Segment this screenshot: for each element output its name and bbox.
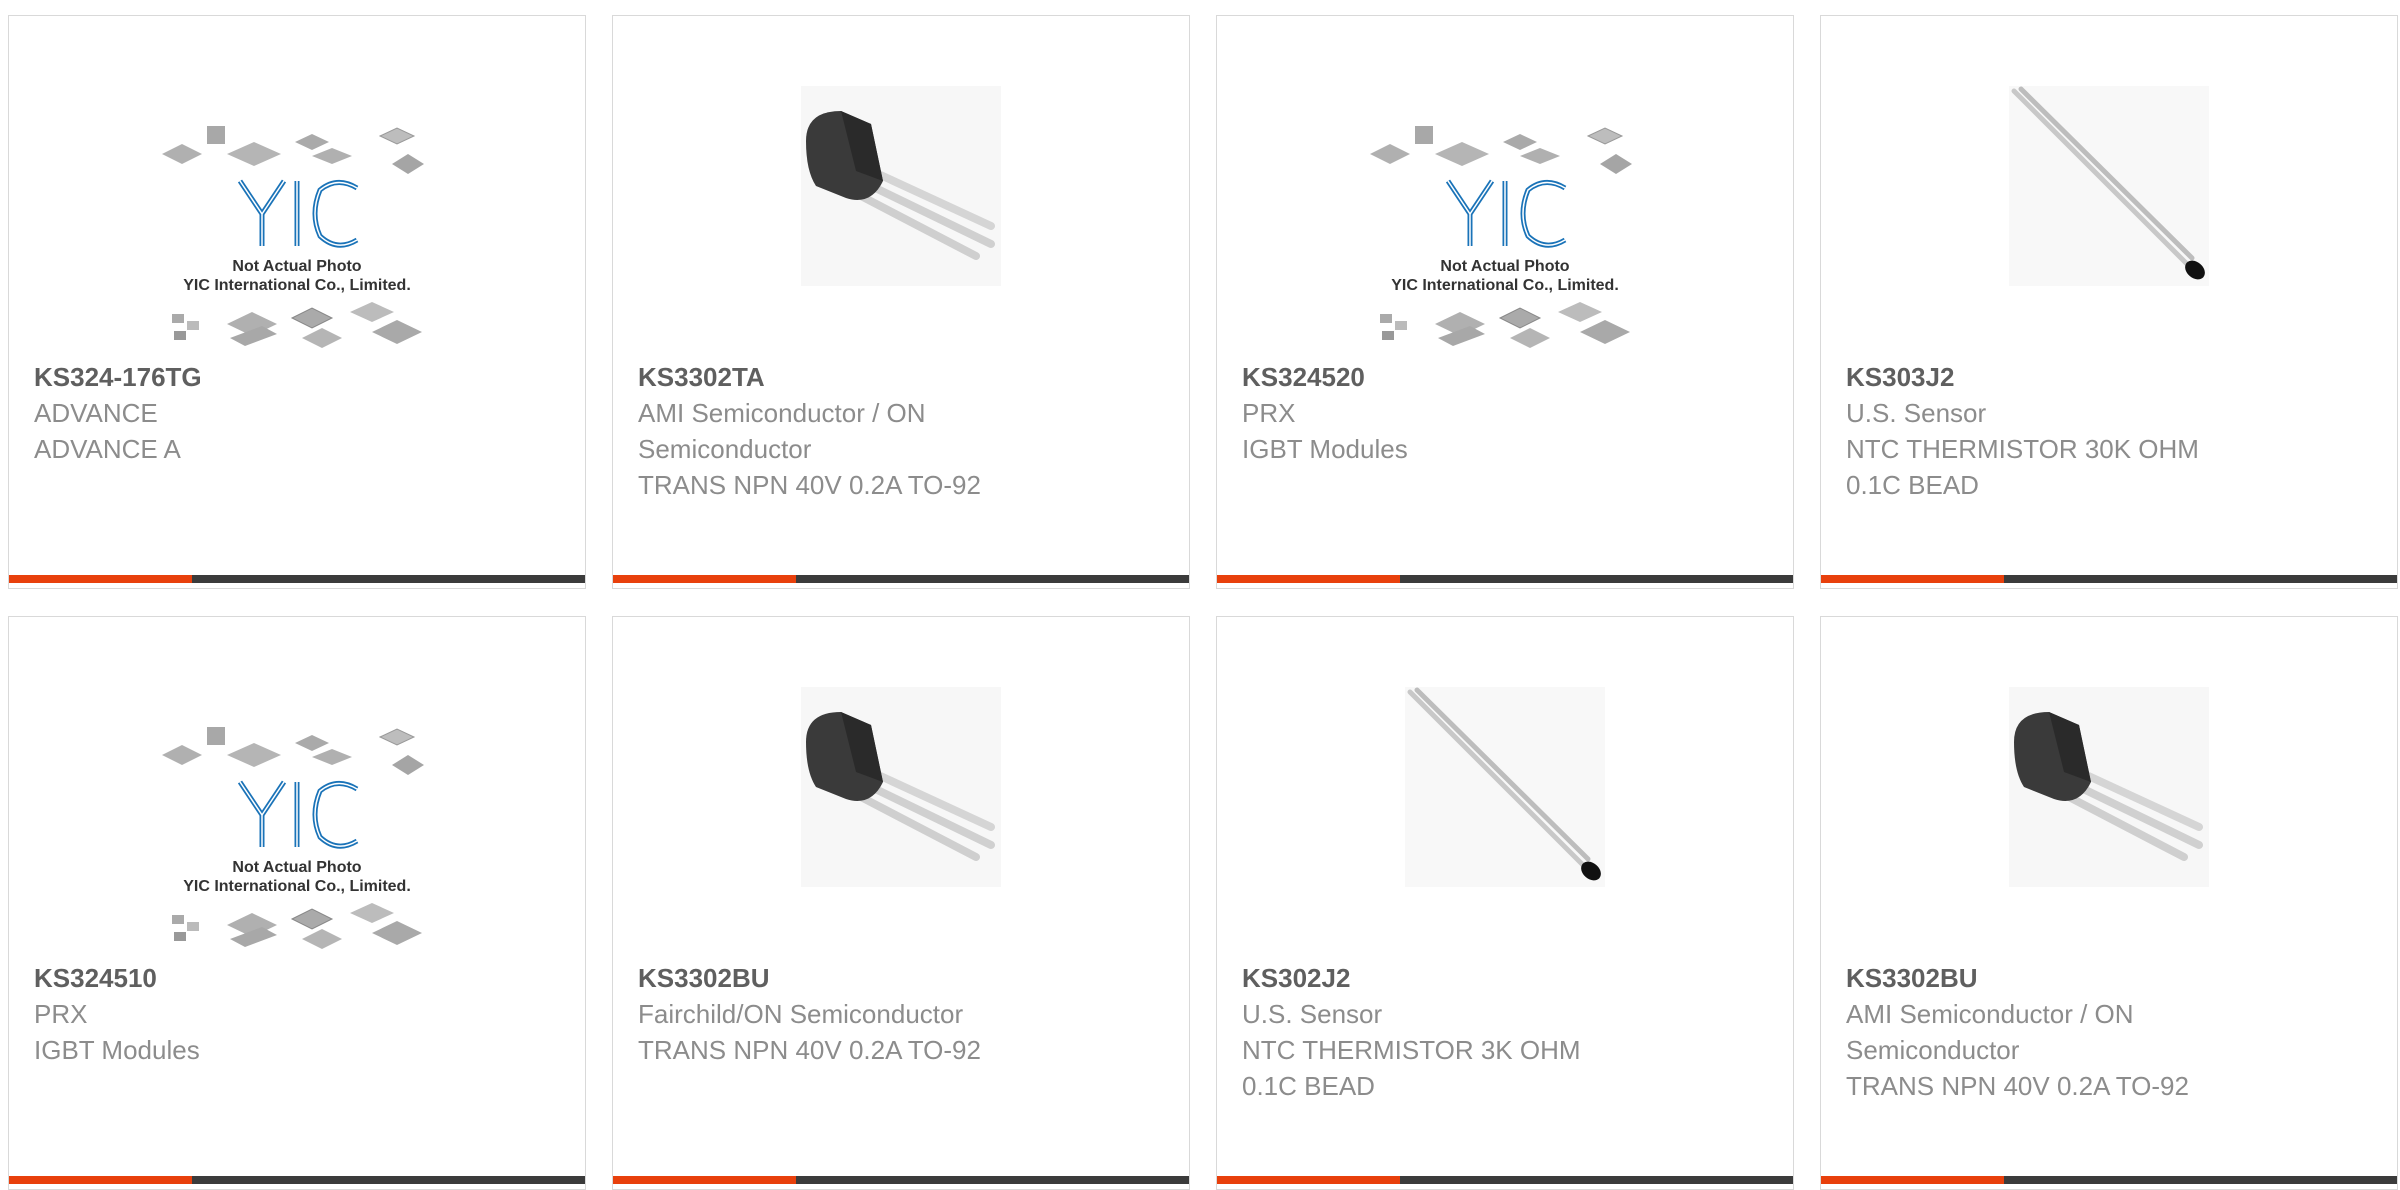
part-number-link[interactable]: KS324510	[34, 960, 565, 996]
card-bottom-bar	[613, 1176, 1189, 1184]
part-number-link[interactable]: KS324-176TG	[34, 359, 565, 395]
product-card[interactable]: KS3302BU AMI Semiconductor / ON Semiconduc…	[1820, 616, 2398, 1190]
product-detail-line: NTC THERMISTOR 30K OHM	[1846, 434, 2199, 464]
product-info: KS302J2 U.S. Sensor NTC THERMISTOR 3K OHM 0…	[1242, 960, 1773, 1104]
product-detail-line: PRX	[1242, 398, 1296, 428]
product-detail-line: 0.1C BEAD	[1242, 1071, 1375, 1101]
product-detail-line: Semiconductor	[638, 434, 812, 464]
product-image[interactable]: Not Actual Photo YIC International Co., …	[9, 617, 585, 957]
product-card[interactable]: Not Actual Photo YIC International Co., …	[8, 616, 586, 1190]
product-image[interactable]	[1217, 617, 1793, 957]
card-bottom-bar	[613, 575, 1189, 583]
product-detail-line: TRANS NPN 40V 0.2A TO-92	[638, 1035, 981, 1065]
product-card[interactable]: KS3302TA AMI Semiconductor / ON Semiconduc…	[612, 15, 1190, 589]
thermistor-icon	[1405, 687, 1605, 887]
image-caption-line2: YIC International Co., Limited.	[183, 277, 411, 294]
product-info: KS324520 PRX IGBT Modules	[1242, 359, 1773, 467]
image-caption-line1: Not Actual Photo	[232, 258, 361, 275]
transistor-icon	[801, 687, 1001, 887]
part-number-link[interactable]: KS302J2	[1242, 960, 1773, 996]
transistor-icon	[801, 86, 1001, 286]
part-number-link[interactable]: KS3302BU	[1846, 960, 2377, 996]
product-card[interactable]: KS303J2 U.S. Sensor NTC THERMISTOR 30K OHM…	[1820, 15, 2398, 589]
product-detail-line: TRANS NPN 40V 0.2A TO-92	[638, 470, 981, 500]
card-bottom-bar	[9, 575, 585, 583]
product-info: KS303J2 U.S. Sensor NTC THERMISTOR 30K OHM…	[1846, 359, 2377, 503]
product-info: KS3302BU Fairchild/ON Semiconductor TRANS …	[638, 960, 1169, 1068]
product-info: KS3302BU AMI Semiconductor / ON Semiconduc…	[1846, 960, 2377, 1104]
product-image[interactable]	[613, 16, 1189, 356]
product-card[interactable]: KS3302BU Fairchild/ON Semiconductor TRANS …	[612, 616, 1190, 1190]
product-info: KS324510 PRX IGBT Modules	[34, 960, 565, 1068]
image-caption-line1: Not Actual Photo	[232, 859, 361, 876]
card-bottom-bar	[9, 1176, 585, 1184]
card-bottom-bar	[1821, 1176, 2397, 1184]
yic-placeholder-icon: Not Actual Photo YIC International Co., …	[152, 707, 442, 957]
card-bottom-bar	[1217, 575, 1793, 583]
product-image[interactable]	[1821, 617, 2397, 957]
card-accent-bar	[9, 1176, 192, 1184]
thermistor-icon	[2009, 86, 2209, 286]
product-detail-line: ADVANCE A	[34, 434, 181, 464]
product-detail-line: ADVANCE	[34, 398, 158, 428]
part-number-link[interactable]: KS3302BU	[638, 960, 1169, 996]
product-detail-line: Fairchild/ON Semiconductor	[638, 999, 964, 1029]
product-detail-line: Semiconductor	[1846, 1035, 2020, 1065]
product-detail-line: U.S. Sensor	[1846, 398, 1987, 428]
product-card[interactable]: Not Actual Photo YIC International Co., …	[8, 15, 586, 589]
product-detail-line: IGBT Modules	[1242, 434, 1408, 464]
product-card[interactable]: KS302J2 U.S. Sensor NTC THERMISTOR 3K OHM 0…	[1216, 616, 1794, 1190]
image-caption-line2: YIC International Co., Limited.	[1391, 277, 1619, 294]
product-detail-line: AMI Semiconductor / ON	[638, 398, 926, 428]
card-accent-bar	[9, 575, 192, 583]
product-info: KS324-176TG ADVANCE ADVANCE A	[34, 359, 565, 467]
card-accent-bar	[1821, 1176, 2004, 1184]
product-detail-line: U.S. Sensor	[1242, 999, 1383, 1029]
product-detail-line: AMI Semiconductor / ON	[1846, 999, 2134, 1029]
product-grid: Not Actual Photo YIC International Co., …	[8, 15, 2400, 1190]
card-accent-bar	[1217, 575, 1400, 583]
product-image[interactable]: Not Actual Photo YIC International Co., …	[9, 16, 585, 356]
product-image[interactable]	[613, 617, 1189, 957]
card-accent-bar	[1217, 1176, 1400, 1184]
product-detail-line: TRANS NPN 40V 0.2A TO-92	[1846, 1071, 2189, 1101]
card-bottom-bar	[1217, 1176, 1793, 1184]
card-accent-bar	[613, 1176, 796, 1184]
product-card[interactable]: Not Actual Photo YIC International Co., …	[1216, 15, 1794, 589]
product-info: KS3302TA AMI Semiconductor / ON Semiconduc…	[638, 359, 1169, 503]
product-image[interactable]	[1821, 16, 2397, 356]
yic-placeholder-icon: Not Actual Photo YIC International Co., …	[1360, 106, 1650, 356]
product-detail-line: PRX	[34, 999, 88, 1029]
part-number-link[interactable]: KS303J2	[1846, 359, 2377, 395]
product-detail-line: NTC THERMISTOR 3K OHM	[1242, 1035, 1581, 1065]
product-detail-line: IGBT Modules	[34, 1035, 200, 1065]
card-bottom-bar	[1821, 575, 2397, 583]
image-caption-line1: Not Actual Photo	[1440, 258, 1569, 275]
product-detail-line: 0.1C BEAD	[1846, 470, 1979, 500]
yic-placeholder-icon: Not Actual Photo YIC International Co., …	[152, 106, 442, 356]
part-number-link[interactable]: KS324520	[1242, 359, 1773, 395]
part-number-link[interactable]: KS3302TA	[638, 359, 1169, 395]
card-accent-bar	[1821, 575, 2004, 583]
image-caption-line2: YIC International Co., Limited.	[183, 878, 411, 895]
transistor-icon	[2009, 687, 2209, 887]
card-accent-bar	[613, 575, 796, 583]
product-image[interactable]: Not Actual Photo YIC International Co., …	[1217, 16, 1793, 356]
